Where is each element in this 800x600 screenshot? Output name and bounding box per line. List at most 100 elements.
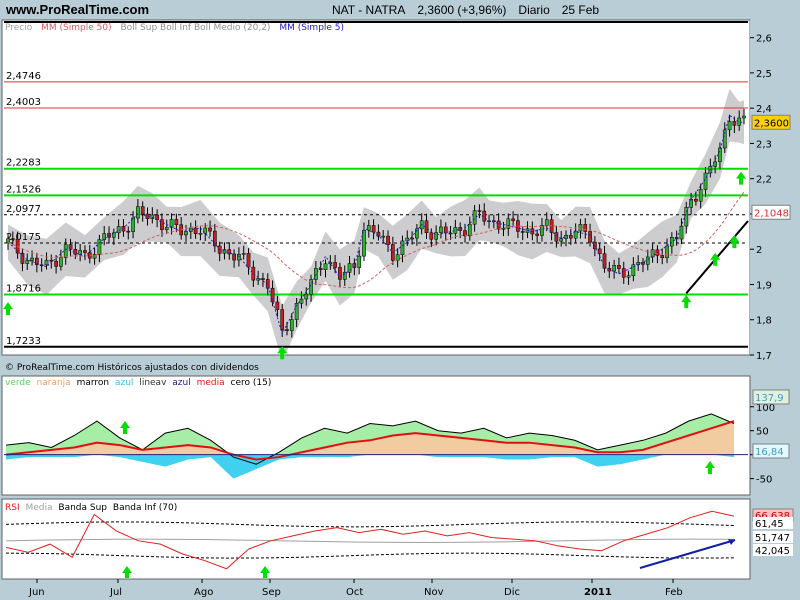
candle-body [727, 121, 732, 131]
candle-body [477, 210, 482, 212]
candle-body [280, 309, 285, 330]
candle-body [126, 230, 131, 233]
candle-body [472, 210, 477, 225]
rsi-legend-bandsup: Banda Sup [58, 503, 107, 513]
candle-body [626, 275, 631, 278]
candle-body [97, 239, 102, 255]
osc-badge-label-1: 16,84 [755, 447, 784, 458]
candle-body [289, 319, 294, 331]
candle-body [208, 227, 212, 232]
x-label-9: Feb [665, 587, 683, 598]
candle-body [362, 229, 366, 257]
y-tick-label-2: 2,4 [756, 104, 772, 115]
candle-body [299, 298, 304, 304]
candle-body [347, 263, 352, 273]
candle-body [6, 238, 10, 243]
price-badge-label-0: 2,3600 [754, 118, 789, 129]
candle-body [395, 254, 400, 261]
candle-body [285, 329, 289, 331]
candle-body [742, 115, 746, 119]
y-tick-label-8: 1,8 [756, 316, 772, 327]
osc-legend-lineav: lineav [139, 378, 167, 388]
candle-body [660, 255, 665, 259]
rsi-badge-label-1: 61,45 [755, 519, 784, 530]
candle-body [718, 147, 722, 163]
candle-body [261, 278, 265, 280]
candle-body [679, 225, 684, 240]
candle-body [333, 262, 337, 268]
candle-body [732, 121, 737, 126]
osc-legend-azul2: azul [172, 378, 190, 388]
candle-body [304, 293, 309, 300]
osc-badge-label-0: 137,9 [755, 393, 784, 404]
candle-body [559, 238, 564, 242]
candle-body [136, 206, 140, 219]
y-tick-label-9: 1,7 [756, 351, 772, 362]
candle-body [443, 226, 448, 234]
candle-body [140, 206, 145, 215]
candle-body [164, 227, 169, 230]
candle-body [102, 233, 107, 240]
candle-body [467, 223, 472, 237]
candle-body [429, 232, 434, 240]
candle-body [645, 256, 650, 265]
candle-body [501, 228, 506, 230]
rsi-legend: RSI Media Banda Sup Banda Inf (70) [5, 503, 177, 513]
candle-body [665, 245, 669, 259]
candle-body [448, 232, 453, 235]
candle-body [338, 267, 342, 280]
candle-body [544, 219, 549, 226]
osc-legend-verde: verde [5, 378, 31, 388]
level-label-1: 2,4003 [6, 97, 41, 108]
candle-body [251, 266, 256, 281]
y-tick-label-3: 2,3 [756, 139, 772, 150]
candle-body [650, 249, 655, 258]
candle-body [49, 259, 54, 262]
legend-boll: Boll Sup Boll Inf Boll Medio (20,2) [120, 23, 270, 33]
price-panel[interactable] [1, 19, 751, 356]
price-legend: Precio MM (Simple 50) Boll Sup Boll Inf … [5, 23, 344, 33]
candle-body [698, 189, 703, 202]
candle-body [400, 240, 405, 255]
candle-body [241, 253, 246, 255]
candle-body [246, 253, 251, 268]
y-tick-label-0: 2,6 [756, 34, 772, 45]
x-label-1: Jul [109, 587, 122, 598]
candle-body [44, 259, 49, 266]
legend-mm50: MM (Simple 50) [41, 23, 111, 33]
candle-body [357, 255, 362, 268]
candle-body [323, 263, 328, 270]
rsi-legend-rsi: RSI [5, 503, 20, 513]
x-label-5: Nov [424, 587, 444, 598]
candle-body [174, 219, 179, 225]
candle-body [568, 235, 573, 239]
candle-body [20, 252, 25, 264]
rsi-badge-label-2: 51,747 [755, 533, 790, 544]
candle-body [121, 226, 126, 232]
candle-body [511, 218, 515, 221]
candle-body [59, 257, 63, 267]
candle-body [68, 244, 73, 250]
level-label-3: 2,1526 [6, 184, 41, 195]
level-label-0: 2,4746 [6, 71, 41, 82]
candle-body [54, 260, 58, 267]
candle-body [30, 257, 34, 261]
candle-body [540, 225, 544, 236]
osc-legend-media: media [197, 378, 225, 388]
candle-body [439, 226, 443, 233]
stock-chart[interactable]: 2,4746 2,4003 2,2283 2,1526 2,0977 2,0175 1,87… [0, 0, 800, 600]
x-label-2: Ago [194, 587, 213, 598]
candle-body [554, 232, 559, 242]
candle-body [617, 265, 621, 269]
y-tick-label-6: 2 [756, 245, 762, 256]
candle-body [694, 198, 698, 202]
x-label-7: 2011 [584, 587, 612, 598]
x-label-0: Jun [28, 587, 45, 598]
level-label-6: 1,8716 [6, 283, 41, 294]
candle-body [578, 224, 583, 232]
legend-precio: Precio [5, 23, 33, 33]
candle-body [184, 231, 188, 236]
candle-body [198, 233, 203, 235]
level-label-5: 2,0175 [6, 232, 41, 243]
osc-legend-marron: marron [77, 378, 110, 388]
